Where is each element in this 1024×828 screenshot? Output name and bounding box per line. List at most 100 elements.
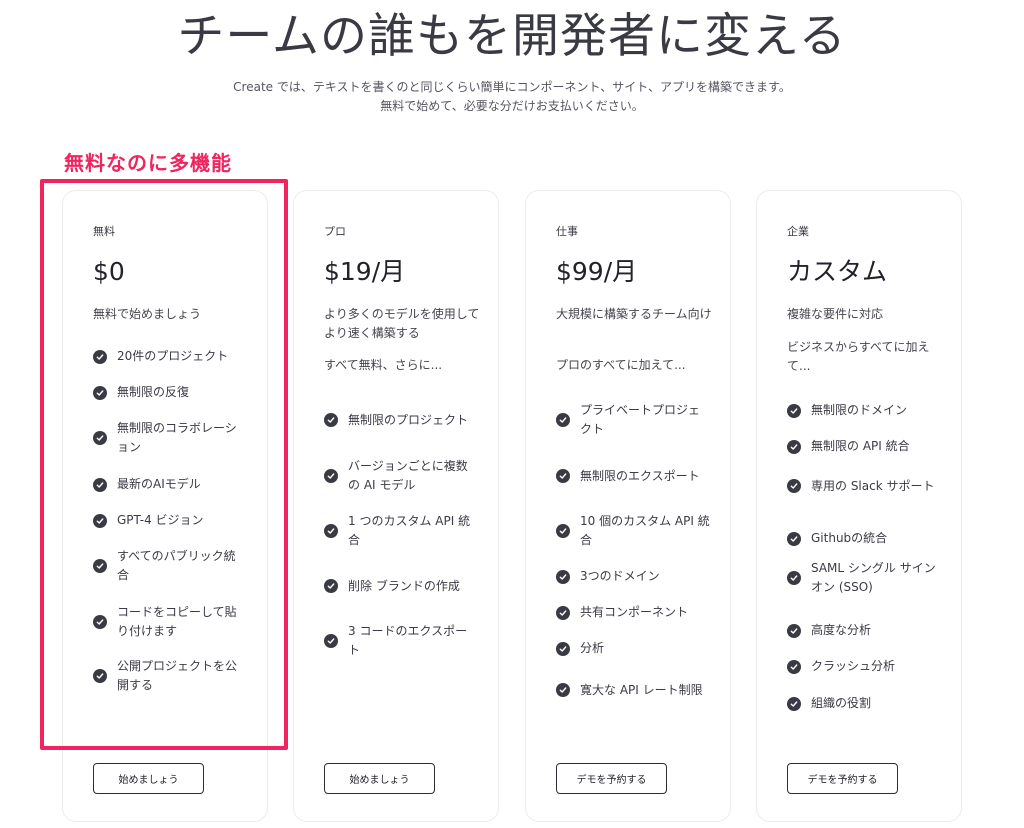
feature-item: 削除 ブランドの作成 bbox=[324, 567, 484, 605]
plan-cta-button[interactable]: デモを予約する bbox=[556, 763, 667, 794]
feature-text: Githubの統合 bbox=[811, 531, 888, 545]
plan-price: $19/月 bbox=[324, 257, 406, 286]
check-circle-icon bbox=[324, 579, 338, 593]
feature-text: GPT-4 ビジョン bbox=[117, 513, 204, 527]
feature-item: GPT-4 ビジョン bbox=[93, 511, 253, 530]
page-title: チームの誰もを開発者に変える bbox=[177, 9, 847, 64]
feature-text: 公開プロジェクトを公開する bbox=[117, 659, 238, 692]
pricing-card: 企業カスタム複雑な要件に対応ビジネスからすべてに加えて... 無制限のドメイン無制… bbox=[756, 190, 962, 822]
check-circle-icon bbox=[93, 349, 107, 364]
pricing-card: プロ $19/月より多くのモデルを使用してより速く構築するすべて無料、さらに...… bbox=[293, 190, 499, 822]
feature-text: すべてのパブリック統合 bbox=[117, 549, 236, 582]
plan-description: 大規模に構築するチーム向け bbox=[556, 307, 712, 321]
check-circle-icon bbox=[93, 559, 107, 573]
check-circle-icon bbox=[787, 531, 801, 546]
check-circle-icon bbox=[787, 403, 801, 418]
check-circle-icon bbox=[787, 571, 801, 585]
plan-tier: プロ bbox=[324, 225, 346, 238]
feature-item: コードをコピーして貼り付けます bbox=[93, 603, 253, 641]
plan-intro: プロのすべてに加えて... bbox=[556, 358, 686, 372]
check-circle-icon bbox=[556, 524, 570, 538]
check-circle-icon bbox=[787, 659, 801, 674]
plan-description: 無料で始めましょう bbox=[93, 307, 202, 321]
feature-text: 共有コンポーネント bbox=[580, 605, 689, 619]
check-circle-icon bbox=[556, 605, 570, 620]
feature-text: 3つのドメイン bbox=[580, 569, 660, 583]
feature-item: 無制限のプロジェクト bbox=[324, 401, 484, 439]
check-circle-icon bbox=[93, 669, 107, 683]
check-circle-icon bbox=[556, 641, 570, 656]
plan-tier: 企業 bbox=[787, 225, 809, 238]
plan-intro: すべて無料、さらに... bbox=[324, 358, 443, 372]
check-circle-icon bbox=[556, 683, 570, 697]
plan-cta-button[interactable]: 始めましょう bbox=[324, 763, 435, 794]
feature-item: 共有コンポーネント bbox=[556, 603, 716, 622]
feature-item: 寛大な API レート制限 bbox=[556, 671, 716, 709]
check-circle-icon bbox=[324, 634, 338, 648]
pricing-card: 仕事 $99/月大規模に構築するチーム向け プロのすべてに加えて... プライベートプ… bbox=[525, 190, 731, 822]
feature-text: コードをコピーして貼り付けます bbox=[117, 605, 237, 638]
feature-item: 3 コードのエクスポート bbox=[324, 622, 484, 660]
plan-tier: 仕事 bbox=[556, 225, 578, 238]
check-circle-icon bbox=[324, 413, 338, 427]
feature-item: 専用の Slack サポート bbox=[787, 467, 947, 505]
check-circle-icon bbox=[93, 477, 107, 492]
feature-item: 公開プロジェクトを公開する bbox=[93, 657, 253, 695]
feature-item: 10 個のカスタム API 統合 bbox=[556, 512, 716, 550]
feature-item: 最新のAIモデル bbox=[93, 475, 253, 494]
plan-price: カスタム bbox=[787, 257, 888, 286]
check-circle-icon bbox=[93, 513, 107, 528]
feature-item: クラッシュ分析 bbox=[787, 657, 947, 676]
feature-item: 20件のプロジェクト bbox=[93, 347, 253, 366]
feature-item: 無制限の API 統合 bbox=[787, 437, 947, 456]
feature-text: 無制限のコラボレーション bbox=[117, 421, 237, 454]
pricing-card: 無料 $0 無料で始めましょう 20件のプロジェクト無制限の反復無制限のコラボレーショ… bbox=[62, 190, 268, 822]
feature-item: Githubの統合 bbox=[787, 529, 947, 548]
feature-item: 無制限のエクスポート bbox=[556, 457, 716, 495]
check-circle-icon bbox=[787, 623, 801, 638]
feature-text: プライベートプロジェクト bbox=[580, 403, 701, 436]
feature-item: 分析 bbox=[556, 639, 716, 658]
feature-item: バージョンごとに複数の AI モデル bbox=[324, 457, 484, 495]
feature-item: 3つのドメイン bbox=[556, 567, 716, 586]
feature-text: 専用の Slack サポート bbox=[811, 478, 935, 493]
plan-price: $0 bbox=[93, 257, 125, 286]
feature-text: 最新のAIモデル bbox=[117, 477, 201, 491]
feature-text: 3 コードのエクスポート bbox=[348, 624, 468, 657]
feature-text: 寛大な API レート制限 bbox=[580, 682, 703, 697]
feature-text: 1 つのカスタム API 統合 bbox=[348, 514, 471, 547]
feature-text: 無制限の API 統合 bbox=[811, 439, 910, 453]
plan-intro: ビジネスからすべてに加えて... bbox=[787, 340, 930, 373]
feature-item: SAML シングル サインオン (SSO) bbox=[787, 559, 947, 597]
feature-text: クラッシュ分析 bbox=[811, 659, 896, 673]
page-subtitle: Create では、テキストを書くのと同じくらい簡単にコンポーネント、サイト、ア… bbox=[0, 78, 1024, 116]
plan-price: $99/月 bbox=[556, 257, 638, 286]
plan-description: 複雑な要件に対応 bbox=[787, 307, 884, 321]
plan-cta-button[interactable]: デモを予約する bbox=[787, 763, 898, 794]
check-circle-icon bbox=[787, 479, 801, 493]
check-circle-icon bbox=[556, 469, 570, 483]
feature-text: バージョンごとに複数の AI モデル bbox=[348, 459, 468, 492]
check-circle-icon bbox=[556, 569, 570, 584]
feature-item: 無制限のドメイン bbox=[787, 401, 947, 420]
feature-item: 組織の役割 bbox=[787, 694, 947, 713]
check-circle-icon bbox=[324, 469, 338, 483]
plan-cta-button[interactable]: 始めましょう bbox=[93, 763, 204, 794]
check-circle-icon bbox=[556, 413, 570, 427]
plan-tier: 無料 bbox=[93, 225, 115, 238]
feature-text: 無制限の反復 bbox=[117, 385, 190, 399]
feature-text: 無制限のプロジェクト bbox=[348, 412, 469, 427]
feature-text: 10 個のカスタム API 統合 bbox=[580, 514, 710, 547]
feature-text: 無制限のエクスポート bbox=[580, 468, 700, 483]
feature-item: 高度な分析 bbox=[787, 621, 947, 640]
feature-item: 無制限の反復 bbox=[93, 383, 253, 402]
check-circle-icon bbox=[93, 615, 107, 629]
plan-description: より多くのモデルを使用してより速く構築する bbox=[324, 307, 480, 340]
subtitle-line-1: Create では、テキストを書くのと同じくらい簡単にコンポーネント、サイト、ア… bbox=[233, 80, 791, 94]
check-circle-icon bbox=[787, 696, 801, 711]
check-circle-icon bbox=[787, 439, 801, 454]
subtitle-line-2: 無料で始めて、必要な分だけお支払いください。 bbox=[380, 99, 644, 113]
feature-item: 無制限のコラボレーション bbox=[93, 419, 253, 457]
feature-text: SAML シングル サインオン (SSO) bbox=[811, 561, 936, 594]
feature-item: すべてのパブリック統合 bbox=[93, 547, 253, 585]
